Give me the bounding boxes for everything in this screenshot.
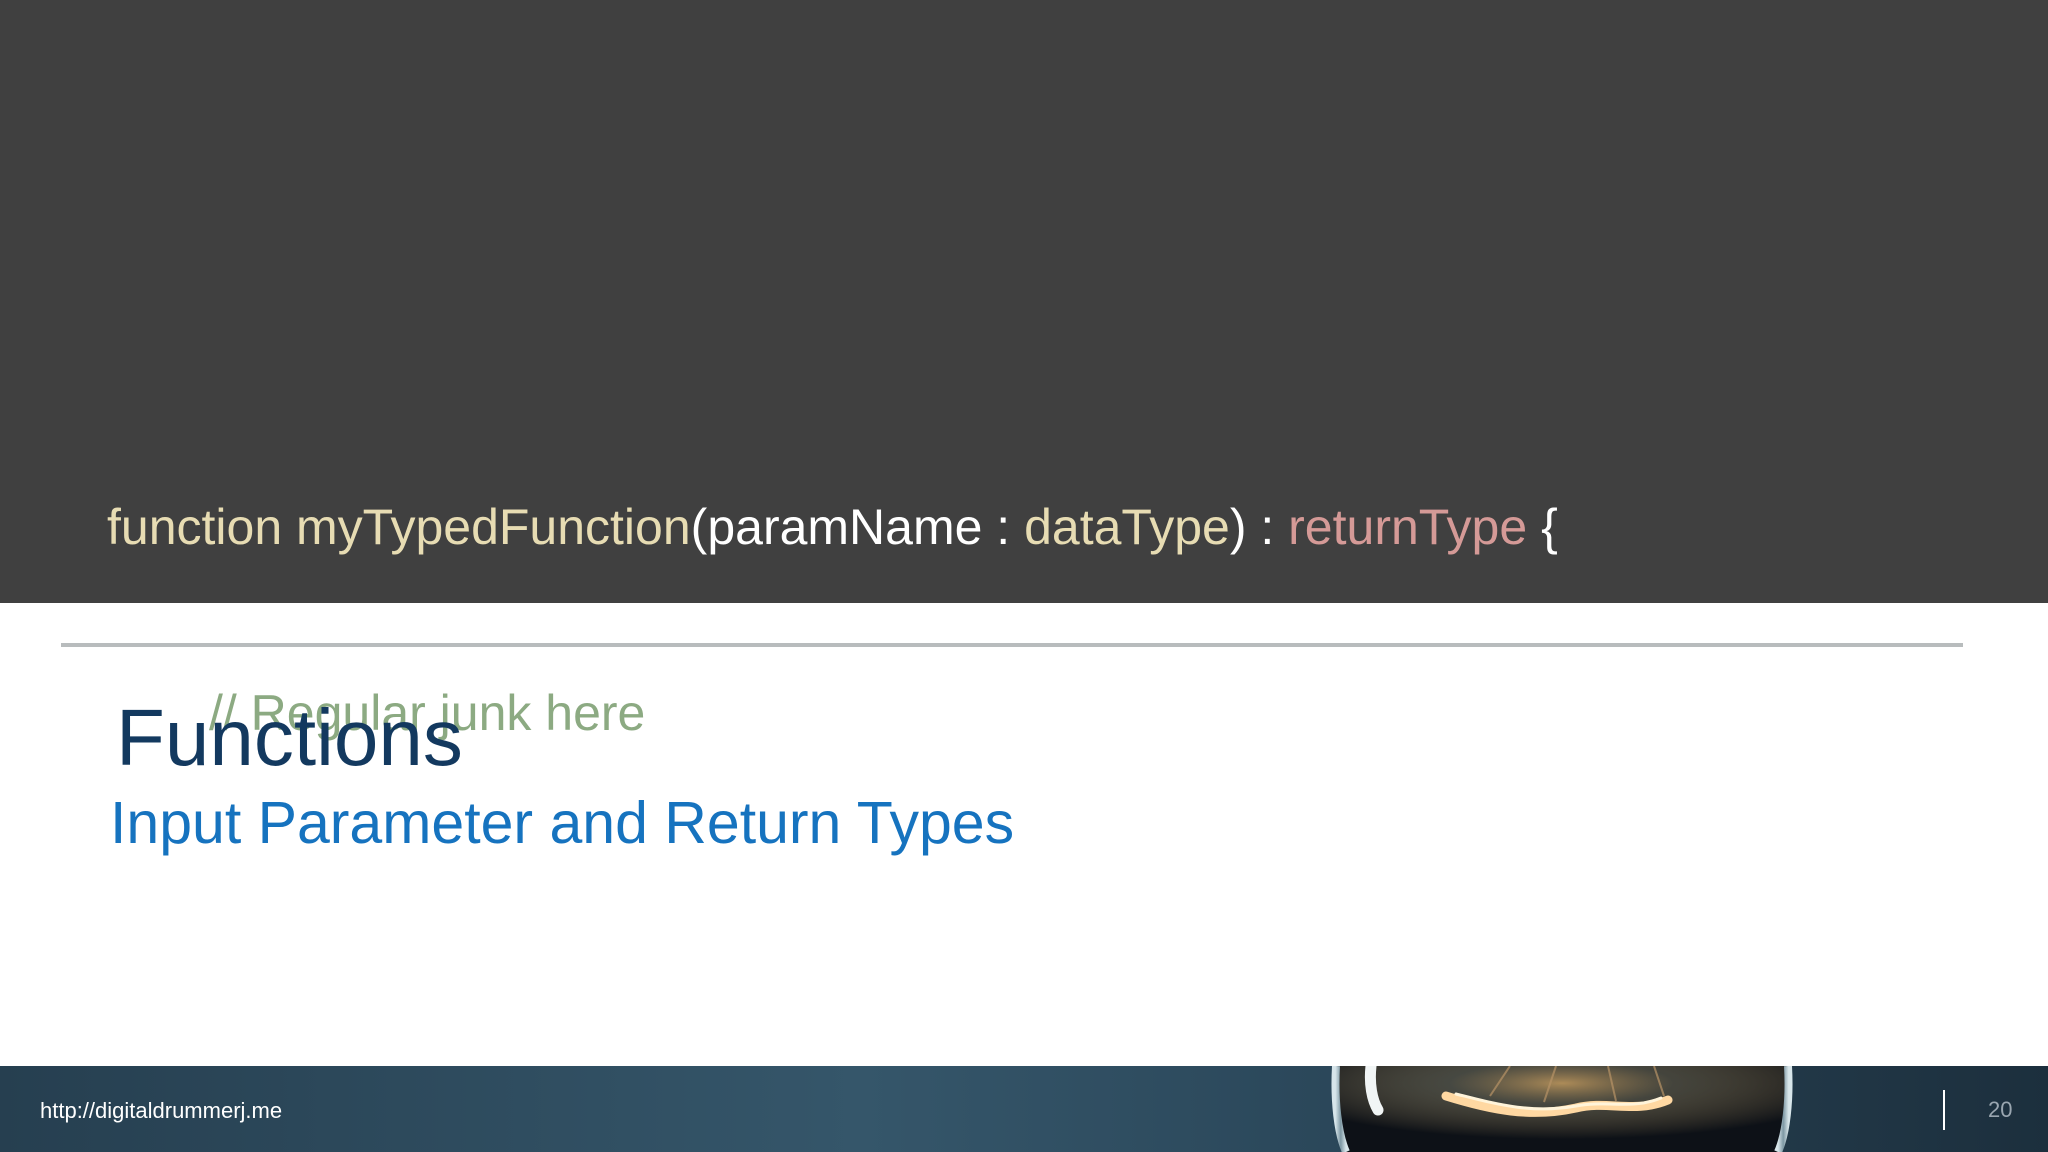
page-number: 20 — [1988, 1097, 2013, 1122]
footer-url: http://digitaldrummerj.me — [40, 1098, 283, 1123]
page-number-separator — [1943, 1090, 1945, 1130]
parameter-declaration: (paramName : — [690, 499, 1025, 555]
code-line-closing: } — [107, 868, 1558, 930]
return-type: returnType — [1288, 499, 1528, 555]
slide-title: Functions — [116, 693, 463, 782]
opening-brace: { — [1527, 499, 1558, 555]
code-example-panel: function myTypedFunction(paramName : dat… — [0, 0, 2048, 927]
return-separator: ) : — [1229, 499, 1289, 555]
section-divider — [61, 643, 1963, 647]
function-name: myTypedFunction — [296, 499, 691, 555]
slide: { "code": { "line1": { "keyword": "funct… — [0, 0, 2048, 1152]
lightbulb-image — [1331, 1066, 1793, 1152]
function-keyword: function — [107, 499, 283, 555]
code-line-signature: function myTypedFunction(paramName : dat… — [107, 496, 1558, 558]
slide-subtitle: Input Parameter and Return Types — [110, 790, 1015, 856]
parameter-type: dataType — [1024, 499, 1230, 555]
slide-footer: http://digitaldrummerj.me 20 — [0, 1066, 2048, 1152]
closing-brace: } — [107, 871, 124, 927]
